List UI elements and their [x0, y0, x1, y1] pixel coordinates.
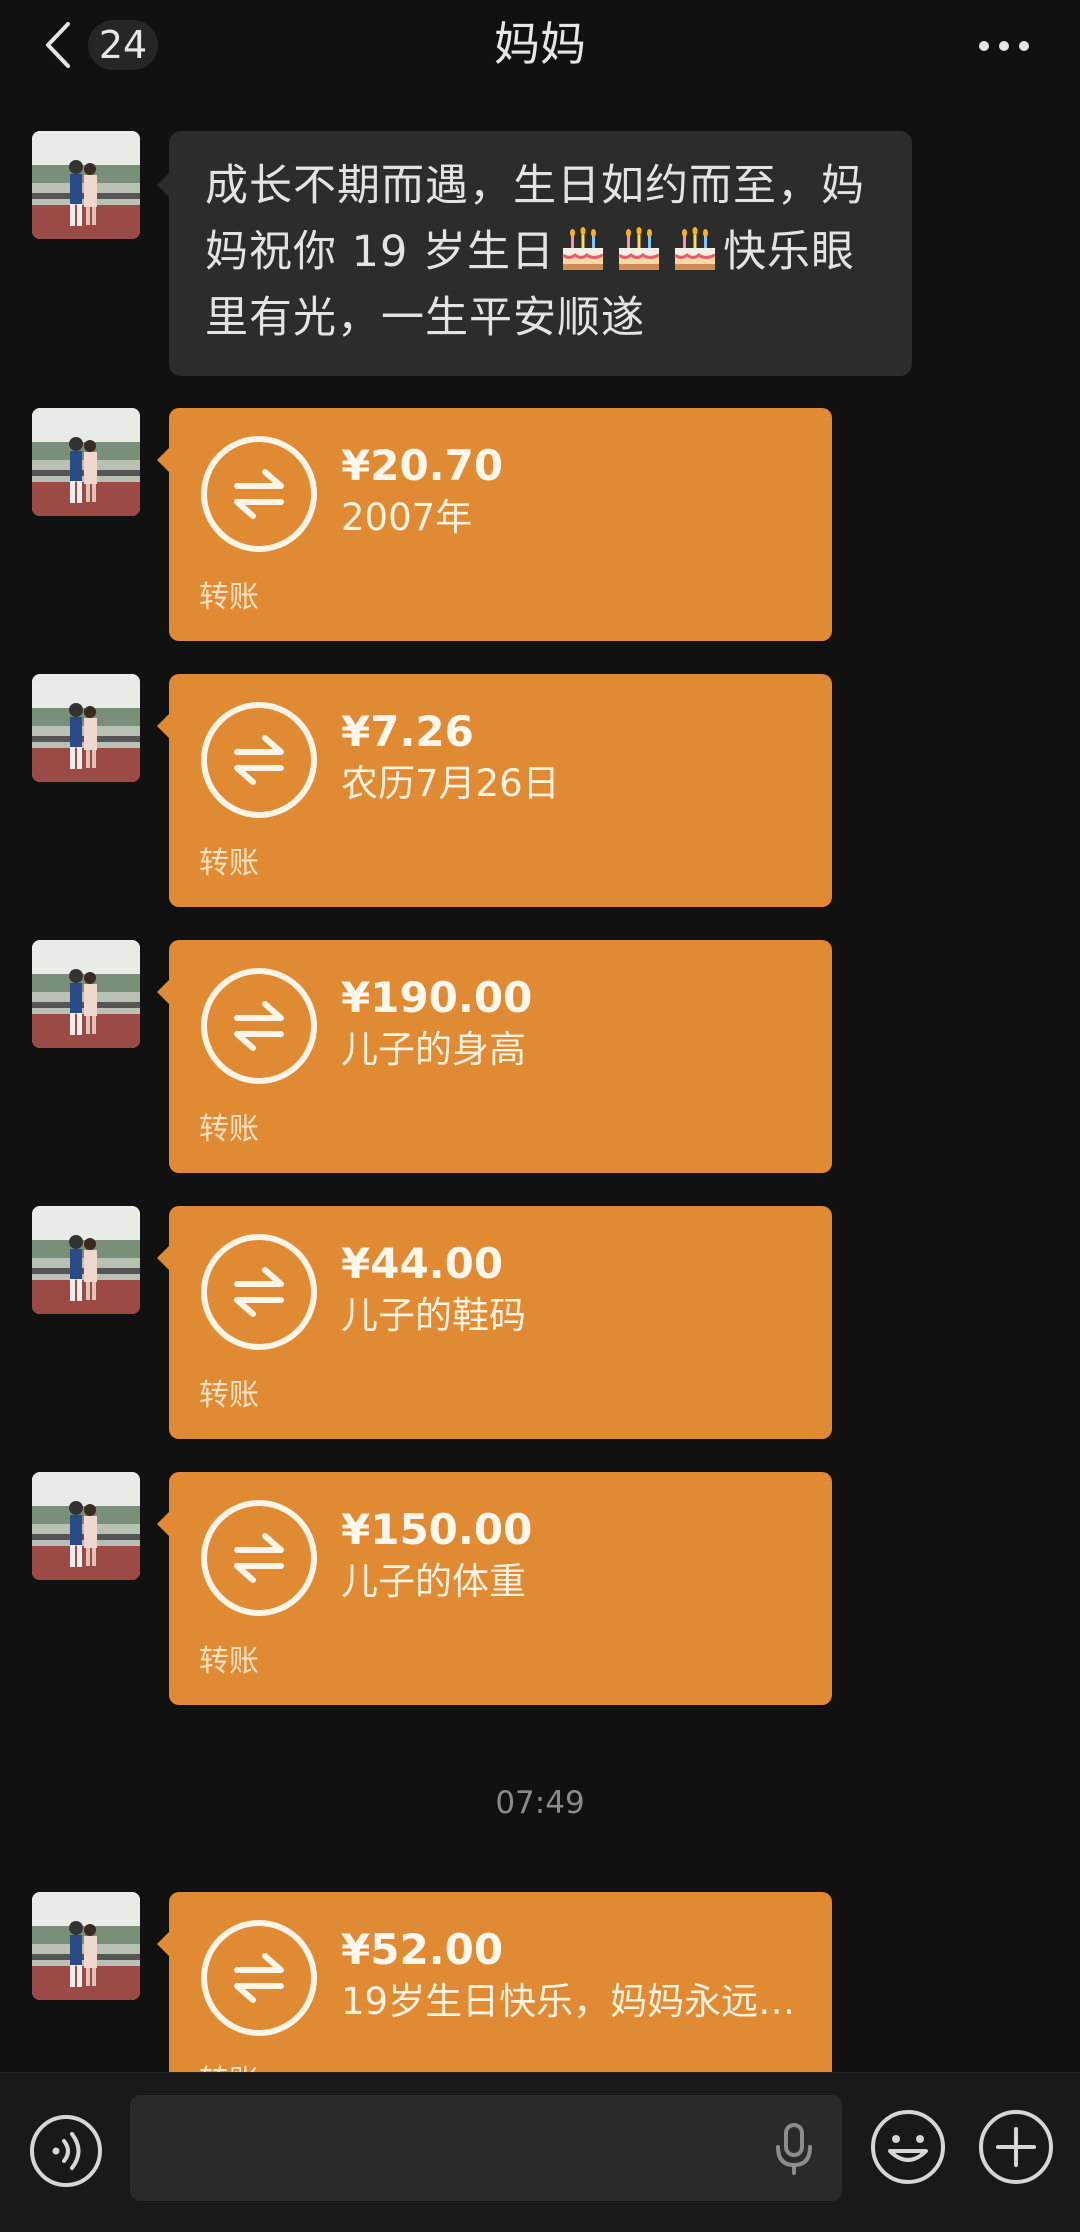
- transfer-note: 2007年: [341, 496, 473, 539]
- transfer-label: 转账: [199, 580, 259, 615]
- voice-icon[interactable]: [28, 2113, 104, 2189]
- transfer-arrows-icon: [199, 1918, 319, 2038]
- transfer-card[interactable]: ¥20.70 2007年 转账: [157, 408, 832, 641]
- transfer-note: 儿子的身高: [341, 1028, 526, 1071]
- birthday-cake-icon: [555, 220, 611, 276]
- transfer-card[interactable]: ¥7.26 农历7月26日 转账: [157, 674, 832, 907]
- transfer-label: 转账: [199, 1644, 259, 1679]
- more-dots-icon[interactable]: [976, 26, 1032, 66]
- birthday-cake-icon: [667, 220, 723, 276]
- chat-input-bar: [0, 2072, 1080, 2232]
- transfer-note: 19岁生日快乐，妈妈永远…: [341, 1980, 796, 2023]
- avatar[interactable]: [32, 674, 140, 782]
- transfer-amount: ¥20.70: [341, 441, 504, 490]
- avatar[interactable]: [32, 1892, 140, 2000]
- avatar[interactable]: [32, 131, 140, 239]
- transfer-arrows-icon: [199, 700, 319, 820]
- transfer-card[interactable]: ¥150.00 儿子的体重 转账: [157, 1472, 832, 1705]
- transfer-amount: ¥190.00: [341, 973, 533, 1022]
- birthday-cake-icon: [611, 220, 667, 276]
- avatar[interactable]: [32, 1206, 140, 1314]
- message-input[interactable]: [130, 2095, 842, 2201]
- transfer-card[interactable]: ¥44.00 儿子的鞋码 转账: [157, 1206, 832, 1439]
- transfer-amount: ¥7.26: [341, 707, 474, 756]
- plus-icon[interactable]: [976, 2107, 1056, 2187]
- transfer-amount: ¥52.00: [341, 1925, 504, 1974]
- text-message-bubble[interactable]: 成长不期而遇，生日如约而至，妈妈祝你 19 岁生日 快乐眼里有光，一生平安顺遂: [157, 131, 912, 376]
- transfer-label: 转账: [199, 1112, 259, 1147]
- transfer-arrows-icon: [199, 966, 319, 1086]
- message-timestamp: 07:49: [495, 1785, 585, 1821]
- transfer-note: 儿子的体重: [341, 1560, 526, 1603]
- transfer-label: 转账: [199, 1378, 259, 1413]
- microphone-icon[interactable]: [770, 2121, 818, 2177]
- transfer-arrows-icon: [199, 1232, 319, 1352]
- emoji-icon[interactable]: [868, 2107, 948, 2187]
- avatar[interactable]: [32, 1472, 140, 1580]
- avatar[interactable]: [32, 940, 140, 1048]
- transfer-arrows-icon: [199, 1498, 319, 1618]
- transfer-label: 转账: [199, 846, 259, 881]
- transfer-amount: ¥150.00: [341, 1505, 533, 1554]
- chat-title: 妈妈: [494, 17, 586, 71]
- transfer-amount: ¥44.00: [341, 1239, 504, 1288]
- transfer-note: 儿子的鞋码: [341, 1294, 526, 1337]
- transfer-arrows-icon: [199, 434, 319, 554]
- chat-header: 24 妈妈: [0, 0, 1080, 90]
- avatar[interactable]: [32, 408, 140, 516]
- transfer-note: 农历7月26日: [341, 762, 560, 805]
- transfer-card[interactable]: ¥190.00 儿子的身高 转账: [157, 940, 832, 1173]
